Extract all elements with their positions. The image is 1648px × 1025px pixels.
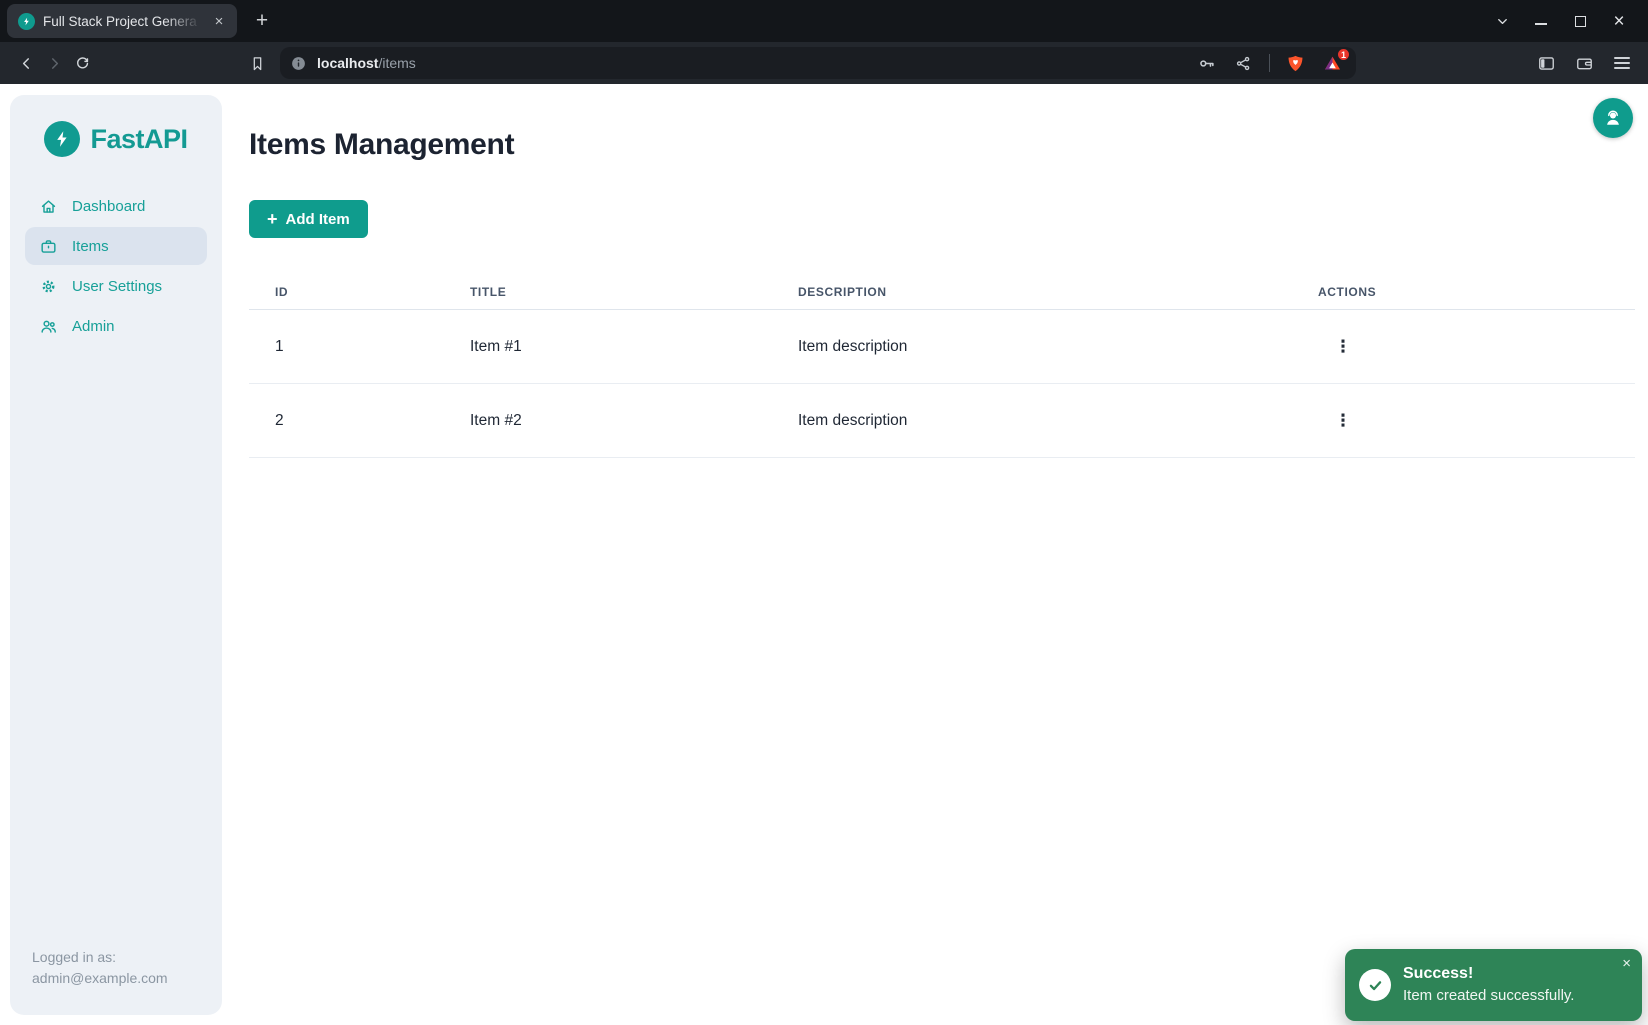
sidebar-item-admin[interactable]: Admin	[25, 307, 207, 345]
cell-title: Item #2	[470, 412, 798, 430]
site-info-icon[interactable]	[290, 55, 307, 72]
reload-icon	[74, 55, 91, 72]
brave-rewards-button[interactable]: 1	[1320, 51, 1344, 75]
sidebar-item-items[interactable]: Items	[25, 227, 207, 265]
notification-badge: 1	[1336, 47, 1351, 62]
toolbar-right-cluster	[1534, 51, 1634, 75]
cell-title: Item #1	[470, 338, 798, 356]
column-header-description: DESCRIPTION	[798, 285, 1318, 299]
gear-icon	[39, 277, 58, 296]
wallet-icon	[1575, 54, 1594, 73]
user-icon	[1602, 107, 1624, 129]
wallet-button[interactable]	[1572, 51, 1596, 75]
brave-shield-icon	[1286, 54, 1305, 73]
sidebar-item-label: Dashboard	[72, 198, 145, 215]
bookmarks-button[interactable]	[244, 50, 270, 76]
logged-in-label: Logged in as:	[32, 947, 200, 968]
new-tab-button[interactable]: +	[247, 6, 277, 36]
column-header-id: ID	[275, 285, 470, 299]
sidebar-item-dashboard[interactable]: Dashboard	[25, 187, 207, 225]
lightning-logo-icon	[44, 121, 80, 157]
column-header-title: TITLE	[470, 285, 798, 299]
page-title: Items Management	[249, 128, 514, 162]
sidebar-item-label: Items	[72, 238, 109, 255]
cell-id: 2	[275, 412, 470, 430]
maximize-icon	[1575, 16, 1586, 27]
briefcase-icon	[39, 237, 58, 256]
window-close-button[interactable]: ×	[1606, 8, 1632, 34]
hamburger-icon	[1614, 57, 1630, 69]
user-avatar-button[interactable]	[1593, 98, 1633, 138]
toast-close-button[interactable]: ×	[1622, 956, 1631, 971]
minimize-icon	[1535, 23, 1547, 25]
menu-button[interactable]	[1610, 51, 1634, 75]
share-icon	[1234, 54, 1253, 73]
passwords-button[interactable]	[1195, 51, 1219, 75]
toast-message: Item created successfully.	[1403, 985, 1574, 1007]
url-host: localhost	[317, 55, 378, 71]
add-item-label: Add Item	[286, 211, 350, 228]
key-icon	[1197, 54, 1216, 73]
table-header-row: ID TITLE DESCRIPTION ACTIONS	[249, 274, 1635, 310]
reload-button[interactable]	[68, 49, 96, 77]
browser-toolbar: localhost/items 1	[0, 42, 1648, 84]
app-logo: FastAPI	[44, 121, 187, 157]
cell-id: 1	[275, 338, 470, 356]
sidebar-item-label: Admin	[72, 318, 115, 335]
tab-close-button[interactable]: ×	[209, 11, 229, 31]
tab-title: Full Stack Project Genera	[43, 14, 201, 29]
sidebar-toggle-button[interactable]	[1534, 51, 1558, 75]
browser-tab[interactable]: Full Stack Project Genera ×	[7, 4, 237, 38]
column-header-actions: ACTIONS	[1318, 285, 1635, 299]
forward-button[interactable]	[40, 49, 68, 77]
row-actions-button[interactable]: ⋮	[1328, 406, 1358, 436]
table-row: 1 Item #1 Item description ⋮	[249, 310, 1635, 384]
sidebar: FastAPI Dashboard Items User Settings Ad…	[10, 95, 222, 1015]
kebab-icon: ⋮	[1335, 338, 1352, 355]
items-table: ID TITLE DESCRIPTION ACTIONS 1 Item #1 I…	[249, 274, 1635, 458]
add-item-button[interactable]: + Add Item	[249, 200, 368, 238]
sidebar-item-user-settings[interactable]: User Settings	[25, 267, 207, 305]
side-panel-icon	[1537, 54, 1556, 73]
share-button[interactable]	[1232, 51, 1256, 75]
sidebar-item-label: User Settings	[72, 278, 162, 295]
minimize-button[interactable]	[1528, 8, 1554, 34]
logo-text: FastAPI	[90, 124, 187, 155]
sidebar-footer: Logged in as: admin@example.com	[10, 947, 222, 1015]
home-icon	[39, 197, 58, 216]
page-content: FastAPI Dashboard Items User Settings Ad…	[0, 84, 1648, 1025]
url-text: localhost/items	[317, 55, 416, 71]
chevron-right-icon	[46, 55, 63, 72]
back-button[interactable]	[12, 49, 40, 77]
table-row: 2 Item #2 Item description ⋮	[249, 384, 1635, 458]
toast-title: Success!	[1403, 963, 1574, 985]
cell-description: Item description	[798, 338, 1318, 356]
success-check-icon	[1359, 969, 1391, 1001]
cell-actions: ⋮	[1318, 406, 1635, 436]
users-icon	[39, 317, 58, 336]
chevron-down-icon	[1495, 14, 1510, 29]
plus-icon: +	[267, 210, 278, 228]
kebab-icon: ⋮	[1335, 412, 1352, 429]
toast-text: Success! Item created successfully.	[1403, 963, 1574, 1007]
url-path: /items	[378, 55, 415, 71]
toolbar-divider	[1269, 54, 1271, 72]
window-controls: ×	[1489, 8, 1648, 34]
logged-in-email: admin@example.com	[32, 968, 200, 989]
success-toast: Success! Item created successfully. ×	[1345, 949, 1642, 1021]
cell-actions: ⋮	[1318, 332, 1635, 362]
sidebar-nav: Dashboard Items User Settings Admin	[10, 187, 222, 345]
brave-shields-button[interactable]	[1283, 51, 1307, 75]
tab-search-button[interactable]	[1489, 8, 1515, 34]
url-actions: 1	[1195, 51, 1345, 75]
cell-description: Item description	[798, 412, 1318, 430]
tab-bar: Full Stack Project Genera × + ×	[0, 0, 1648, 42]
bookmark-icon	[249, 55, 266, 72]
fastapi-favicon-icon	[18, 13, 35, 30]
maximize-button[interactable]	[1567, 8, 1593, 34]
chevron-left-icon	[18, 55, 35, 72]
row-actions-button[interactable]: ⋮	[1328, 332, 1358, 362]
url-bar[interactable]: localhost/items 1	[280, 47, 1356, 79]
